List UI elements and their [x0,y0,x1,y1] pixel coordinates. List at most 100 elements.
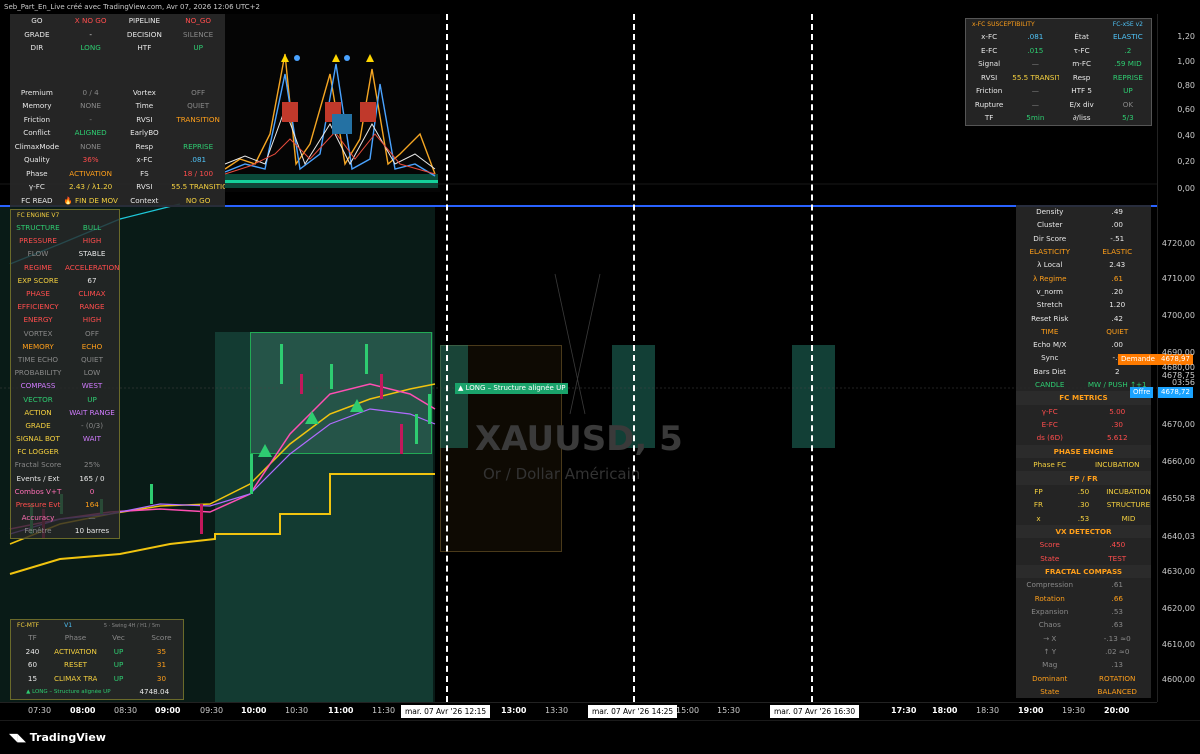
right-row: Score .450 [1016,538,1151,551]
mtf-vec: UP [113,646,124,656]
right-value: .53 [1111,607,1123,617]
right-row: State BALANCED [1016,685,1151,698]
right-value: .00 [1111,340,1123,350]
right-value: .00 [1111,220,1123,230]
status-cell: ALIGNED [74,128,107,138]
right-label: Chaos [1038,620,1061,630]
status-cell: PIPELINE [128,16,161,26]
status-cell: ClimaxMode [14,141,59,151]
susceptibility-cell: TF [984,113,994,123]
right-row: FR .30 STRUCTURE [1016,498,1151,511]
susceptibility-cell: 5/3 [1122,113,1134,123]
time-label: 11:30 [372,706,396,715]
mtf-tf: 240 [25,646,40,656]
right-value: 2 [1114,366,1120,376]
chart-header-title: Seb_Part_En_Live créé avec TradingView.c… [0,0,1200,14]
symbol-watermark: XAUUSD, 5 [475,419,683,459]
engine-value: WAIT [82,434,102,444]
status-cell: 55.5 TRANSITION [171,182,225,192]
status-cell: QUIET [187,101,210,111]
section-title: VX DETECTOR [1055,526,1112,536]
right-section-title: FRACTAL COMPASS [1016,564,1151,579]
right-label: State [1040,686,1060,696]
engine-value: RANGE [79,302,105,312]
right-label: FR [1033,500,1044,510]
engine-value: WAIT RANGE [69,407,115,417]
mtf-footer-signal: ▲ LONG – Structure alignée UP [26,688,111,695]
engine-row: ENERGY HIGH [11,313,119,326]
susceptibility-cell: RVSI [981,72,998,82]
engine-label: PROBABILITY [14,368,62,378]
right-row: FP .50 INCUBATION [1016,485,1151,498]
price-label: 4610,00 [1161,640,1195,649]
engine-row: Fractal Score 25% [11,458,119,471]
time-label: 17:30 [891,706,917,715]
engine-row: EFFICIENCY RANGE [11,300,119,313]
susceptibility-cell: Signal [978,59,1001,69]
engine-label: FC LOGGER [17,447,59,457]
price-label: 4690,00 [1161,348,1195,357]
engine-label: SIGNAL BOT [16,434,60,444]
engine-value: HIGH [82,315,102,325]
right-state: INCUBATION [1106,486,1151,496]
status-cell: FC READ [21,195,53,205]
engine-value: QUIET [81,354,103,364]
right-value: ELASTIC [1102,247,1133,257]
status-row: GRADE - DECISION SILENCE [10,28,225,42]
susceptibility-cell: .081 [1027,32,1044,42]
right-row: Dominant ROTATION [1016,671,1151,684]
time-axis[interactable]: mar. 07 Avr '26 12:15 mar. 07 Avr '26 14… [0,702,1157,721]
engine-row: ACTION WAIT RANGE [11,406,119,419]
susceptibility-row: Friction — HTF 5 UP [966,84,1151,98]
fc-engine-panel: FC ENGINE V7 STRUCTURE BULL PRESSURE HIGH FL… [10,209,120,539]
chart-canvas[interactable]: XAUUSD, 5 Or / Dollar Américain ▲ LONG –… [0,14,1157,702]
time-label: 19:30 [1062,706,1086,715]
right-label: Mag [1042,660,1058,670]
susceptibility-panel: x-FC SUSCEPTIBILITY FC-xSE v2 x-FC .081 Ét… [965,18,1152,126]
section-title: PHASE ENGINE [1053,446,1114,456]
right-row: Compression .61 [1016,578,1151,591]
engine-value: 164 [85,500,99,510]
right-value: ROTATION [1099,673,1136,683]
right-row: ↑ Y .02 ≈0 [1016,645,1151,658]
status-cell: DECISION [126,29,162,39]
engine-label: Accuracy [21,513,55,523]
price-axis[interactable]: Demande 4678,97 Offre 4678,72 1,20 1,00 0,… [1118,14,1200,702]
engine-row: Pressure Evt 164 [11,498,119,511]
engine-value: ACCELERATION [65,262,119,272]
fc-mtf-panel: FC-MTF V1 5 · Swing 4H / H1 / 5m TF Phase… [10,619,184,700]
right-value: 1.20 [1109,300,1126,310]
status-row: Conflict ALIGNED EarlyBO [10,126,225,140]
mtf-vec: UP [113,660,124,670]
mtf-phase: ACTIVATION [54,646,97,656]
price-label: 4660,00 [1161,457,1195,466]
right-value: .20 [1111,286,1123,296]
price-label: 03:56 [1171,378,1195,387]
right-label: Dir Score [1033,233,1067,243]
status-cell: Phase [26,168,48,178]
status-cell: ACTIVATION [69,168,112,178]
right-section-title: PHASE ENGINE [1016,444,1151,459]
right-label: State [1040,553,1060,563]
engine-label: PHASE [26,289,50,299]
status-cell: OFF [191,87,206,97]
status-cell: EarlyBO [130,128,159,138]
mtf-header: TF [28,633,37,643]
tradingview-logo[interactable]: ◥◣ TradingView [9,731,106,744]
section-title: FP / FR [1069,473,1098,483]
price-label: 4640,03 [1161,532,1195,541]
right-row: Mag .13 [1016,658,1151,671]
engine-value: OFF [85,328,99,338]
susceptibility-cell: τ-FC [1073,45,1090,55]
right-value: .61 [1111,273,1123,283]
right-label: Dominant [1032,673,1068,683]
susceptibility-cell: OK [1122,99,1134,109]
right-row: Cluster .00 [1016,218,1151,231]
status-cell: X NO GO [74,16,107,26]
time-label: 08:00 [70,706,96,715]
right-label: Sync [1041,353,1059,363]
engine-row: COMPASS WEST [11,379,119,392]
status-cell: Quality [24,155,50,165]
right-row: Stretch 1.20 [1016,298,1151,311]
right-label: γ-FC [1041,406,1058,416]
